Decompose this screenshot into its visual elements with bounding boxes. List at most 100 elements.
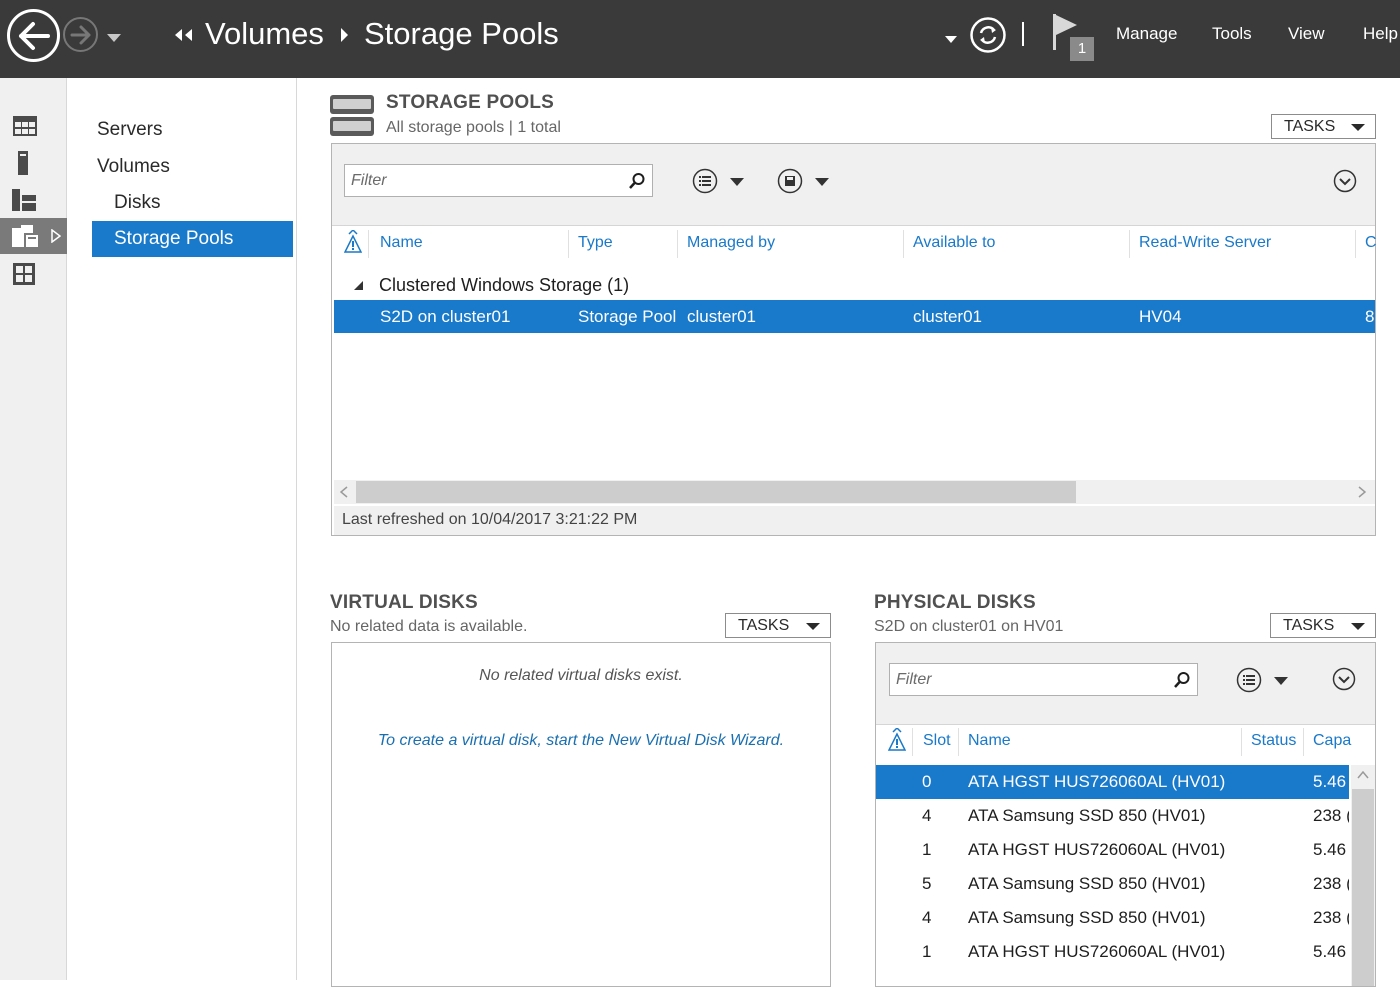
save-icon xyxy=(777,168,803,194)
scroll-left-icon[interactable] xyxy=(340,486,348,498)
storage-pools-toolbar xyxy=(332,144,1375,226)
rail-all-servers[interactable] xyxy=(0,182,67,218)
column-header-name[interactable]: Name xyxy=(380,234,423,252)
cell-name: ATA Samsung SSD 850 (HV01) xyxy=(968,874,1206,893)
cell-slot: 5 xyxy=(922,874,932,893)
cell-capacity: 5.46 ¨ xyxy=(1313,942,1349,961)
save-query-button[interactable] xyxy=(777,168,833,196)
scrollbar-thumb[interactable] xyxy=(1352,789,1374,986)
column-separator xyxy=(958,728,959,756)
virtual-disks-subtitle: No related data is available. xyxy=(330,618,528,635)
search-icon[interactable] xyxy=(628,172,646,190)
tree-item-storage-pools[interactable]: Storage Pools xyxy=(92,221,293,257)
scrollbar-thumb[interactable] xyxy=(356,481,1076,503)
chevron-down-circle-icon xyxy=(1332,667,1356,691)
collapse-group-icon[interactable] xyxy=(354,281,364,291)
refresh-button[interactable] xyxy=(969,16,1007,54)
list-options-icon xyxy=(1236,667,1262,693)
collapse-toggle-button[interactable] xyxy=(1332,667,1356,691)
rail-dashboard[interactable] xyxy=(0,108,67,144)
rail-file-storage-services[interactable] xyxy=(0,218,67,254)
column-header-type[interactable]: Type xyxy=(578,234,613,252)
cell-slot: 1 xyxy=(922,840,932,859)
cell-capacity: 5.46 ¨ xyxy=(1313,840,1349,859)
new-virtual-disk-wizard-link[interactable]: To create a virtual disk, start the New … xyxy=(332,732,830,750)
status-bar: Last refreshed on 10/04/2017 3:21:22 PM xyxy=(334,506,1375,535)
notification-badge: 1 xyxy=(1070,37,1094,61)
column-header-read-write-server[interactable]: Read-Write Server xyxy=(1139,234,1271,252)
query-options-button[interactable] xyxy=(692,168,748,196)
notification-count: 1 xyxy=(1077,40,1087,57)
column-separator xyxy=(1129,230,1130,258)
double-chevron-left-icon[interactable] xyxy=(174,29,194,41)
group-header[interactable]: Clustered Windows Storage (1) xyxy=(379,275,629,296)
horizontal-scrollbar[interactable] xyxy=(334,480,1375,504)
column-separator xyxy=(368,230,369,258)
column-header-available-to[interactable]: Available to xyxy=(913,234,995,252)
cell-name: ATA HGST HUS726060AL (HV01) xyxy=(968,840,1226,859)
table-row[interactable]: 4 ATA Samsung SSD 850 (HV01) 238 ( xyxy=(876,799,1349,833)
column-header-slot[interactable]: Slot xyxy=(923,732,951,750)
tree-item-volumes[interactable]: Volumes xyxy=(97,149,170,185)
scroll-up-icon[interactable] xyxy=(1357,771,1369,779)
physical-disks-filter-input[interactable] xyxy=(890,664,1197,695)
search-icon[interactable] xyxy=(1173,671,1191,689)
chevron-down-icon xyxy=(945,36,957,43)
column-header-status[interactable]: Status xyxy=(1251,732,1296,750)
cell-capacity: 238 ( xyxy=(1313,908,1349,927)
column-header-capacity[interactable]: Capa xyxy=(1313,732,1351,750)
physical-disks-filter-box xyxy=(889,663,1198,696)
menu-view[interactable]: View xyxy=(1288,24,1325,44)
back-button[interactable] xyxy=(7,9,60,62)
cell-name: S2D on cluster01 xyxy=(380,307,511,326)
storage-pools-filter-input[interactable] xyxy=(345,165,652,196)
vertical-scrollbar[interactable] xyxy=(1351,765,1375,986)
scroll-right-icon[interactable] xyxy=(1358,486,1366,498)
server-icon xyxy=(18,151,28,175)
history-dropdown-button[interactable] xyxy=(106,30,122,42)
storage-pools-tasks-button[interactable]: TASKS xyxy=(1271,114,1376,139)
warning-sort-icon[interactable] xyxy=(344,230,362,254)
virtual-disks-tasks-button[interactable]: TASKS xyxy=(725,613,831,638)
storage-pools-panel: Name Type Managed by Available to Read-W… xyxy=(331,143,1377,536)
table-row[interactable]: 5 ATA Samsung SSD 850 (HV01) 238 ( xyxy=(876,867,1349,901)
column-separator xyxy=(677,230,678,258)
table-row[interactable]: 1 ATA HGST HUS726060AL (HV01) 5.46 ¨ xyxy=(876,833,1349,867)
expand-arrow-icon xyxy=(51,229,61,243)
column-separator xyxy=(912,728,913,756)
caret-down-icon xyxy=(1351,623,1365,630)
forward-button[interactable] xyxy=(63,17,98,52)
cell-name: ATA Samsung SSD 850 (HV01) xyxy=(968,806,1206,825)
collapse-toggle-button[interactable] xyxy=(1333,169,1357,193)
warning-sort-icon[interactable] xyxy=(888,728,906,752)
menu-tools[interactable]: Tools xyxy=(1212,24,1252,44)
column-header-capacity[interactable]: C xyxy=(1365,234,1377,252)
table-row[interactable]: S2D on cluster01 Storage Pool cluster01 … xyxy=(334,300,1375,333)
table-row[interactable]: 1 ATA HGST HUS726060AL (HV01) 5.46 ¨ xyxy=(876,935,1349,969)
caret-down-icon xyxy=(806,623,820,630)
menu-manage[interactable]: Manage xyxy=(1116,24,1177,44)
breadcrumb-dropdown-button[interactable] xyxy=(944,31,958,43)
storage-pools-filter-box xyxy=(344,164,653,197)
cell-capacity: 238 ( xyxy=(1313,806,1349,825)
notifications-button[interactable]: 1 xyxy=(1050,12,1096,64)
menu-help[interactable]: Help xyxy=(1363,24,1398,44)
physical-disks-tasks-button[interactable]: TASKS xyxy=(1270,613,1376,638)
rail-hyper-v[interactable] xyxy=(0,256,67,292)
breadcrumb-separator-icon xyxy=(341,28,348,42)
tree-item-servers[interactable]: Servers xyxy=(97,112,162,148)
title-bar: Volumes Storage Pools 1 Manage Tools Vie… xyxy=(0,0,1400,78)
arrow-right-icon xyxy=(70,25,90,44)
table-row[interactable]: 4 ATA Samsung SSD 850 (HV01) 238 ( xyxy=(876,901,1349,935)
table-row[interactable]: 0 ATA HGST HUS726060AL (HV01) 5.46 xyxy=(876,765,1349,799)
column-header-name[interactable]: Name xyxy=(968,732,1011,750)
caret-down-icon xyxy=(1274,677,1288,685)
breadcrumb-storage-pools[interactable]: Storage Pools xyxy=(364,16,559,52)
column-header-managed-by[interactable]: Managed by xyxy=(687,234,775,252)
query-options-button[interactable] xyxy=(1236,667,1292,695)
tree-item-disks[interactable]: Disks xyxy=(114,185,160,221)
breadcrumb-volumes[interactable]: Volumes xyxy=(205,16,324,52)
main-content: STORAGE POOLS All storage pools | 1 tota… xyxy=(297,78,1400,987)
cell-name: ATA HGST HUS726060AL (HV01) xyxy=(968,942,1226,961)
rail-local-server[interactable] xyxy=(0,145,67,181)
